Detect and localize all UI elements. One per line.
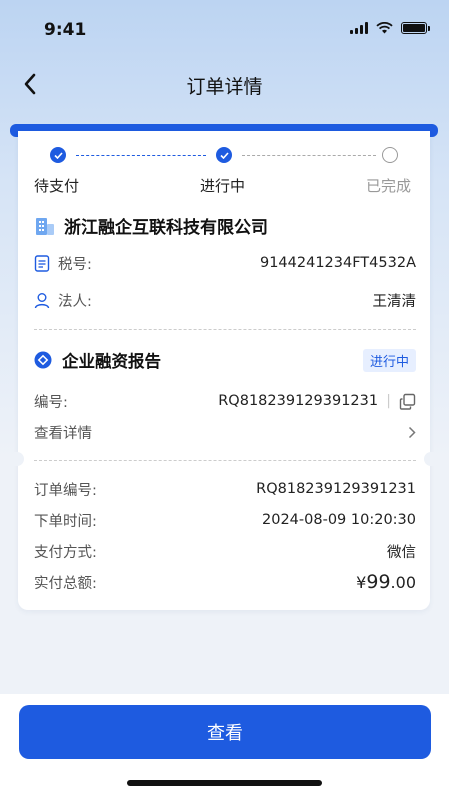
- status-time: 9:41: [44, 20, 87, 40]
- currency-symbol: ¥: [356, 573, 367, 592]
- chevron-right-icon: [408, 426, 416, 438]
- signal-icon: [350, 22, 368, 34]
- wifi-icon: [376, 22, 393, 34]
- nav-bar: 订单详情: [0, 60, 449, 108]
- report-title: 企业融资报告: [62, 352, 161, 371]
- view-detail-link[interactable]: 查看详情: [34, 421, 416, 443]
- amount-integer: 99: [366, 571, 391, 593]
- order-steps: 待支付 进行中 已完成: [18, 145, 430, 195]
- tax-number-label: 税号:: [58, 256, 92, 273]
- status-badge: 进行中: [362, 348, 416, 372]
- order-number-label: 订单编号:: [34, 482, 97, 499]
- separator: |: [386, 393, 391, 409]
- report-number-value: RQ818239129391231: [218, 393, 379, 409]
- section-divider: [34, 329, 416, 330]
- report-number-row: 编号: RQ818239129391231 |: [34, 390, 416, 412]
- order-number-row: 订单编号: RQ818239129391231: [34, 478, 416, 500]
- amount-decimal: .00: [390, 573, 416, 592]
- order-number-value: RQ818239129391231: [256, 481, 416, 497]
- card-notch-right: [424, 452, 434, 466]
- step-connector: [76, 155, 206, 156]
- step-label-completed: 已完成: [366, 177, 412, 195]
- legal-person-row: 法人: 王清清: [34, 289, 416, 311]
- copy-icon[interactable]: [399, 393, 416, 410]
- step-done-icon: [50, 147, 66, 163]
- order-time-value: 2024-08-09 10:20:30: [262, 512, 416, 528]
- tax-number-value: 9144241234FT4532A: [259, 255, 416, 271]
- company-name: 浙江融企互联科技有限公司: [64, 218, 268, 238]
- report-number-label: 编号:: [34, 394, 68, 411]
- status-bar: 9:41: [0, 0, 449, 60]
- legal-person-value: 王清清: [372, 293, 417, 310]
- company-header: 浙江融企互联科技有限公司: [34, 213, 268, 238]
- view-button[interactable]: 查看: [19, 705, 431, 759]
- amount-label: 实付总额:: [34, 575, 97, 592]
- amount-value: ¥99.00: [356, 571, 416, 593]
- report-header: 企业融资报告 进行中: [34, 347, 416, 373]
- payment-method-value: 微信: [387, 544, 416, 561]
- order-time-row: 下单时间: 2024-08-09 10:20:30: [34, 509, 416, 531]
- view-detail-label: 查看详情: [34, 425, 92, 442]
- diamond-icon: [34, 351, 52, 369]
- tax-document-icon: [34, 254, 50, 272]
- step-done-icon: [216, 147, 232, 163]
- status-icons: [350, 22, 430, 34]
- payment-method-label: 支付方式:: [34, 544, 97, 561]
- tax-number-row: 税号: 9144241234FT4532A: [34, 252, 416, 274]
- page-title: 订单详情: [186, 76, 263, 98]
- amount-row: 实付总额: ¥99.00: [34, 571, 416, 593]
- payment-method-row: 支付方式: 微信: [34, 540, 416, 562]
- step-pending-icon: [382, 147, 398, 163]
- building-icon: [36, 217, 54, 235]
- step-label-in-progress: 进行中: [200, 177, 246, 195]
- legal-person-label: 法人:: [58, 293, 92, 310]
- step-label-pending-payment: 待支付: [34, 177, 80, 195]
- order-card: 待支付 进行中 已完成 浙江融企互联科技有限公司 税号: 9144241234F…: [18, 131, 430, 610]
- person-icon: [34, 292, 50, 308]
- step-connector: [242, 155, 376, 156]
- order-time-label: 下单时间:: [34, 513, 97, 530]
- battery-icon: [401, 22, 430, 34]
- section-divider: [34, 460, 416, 461]
- home-indicator: [127, 780, 322, 786]
